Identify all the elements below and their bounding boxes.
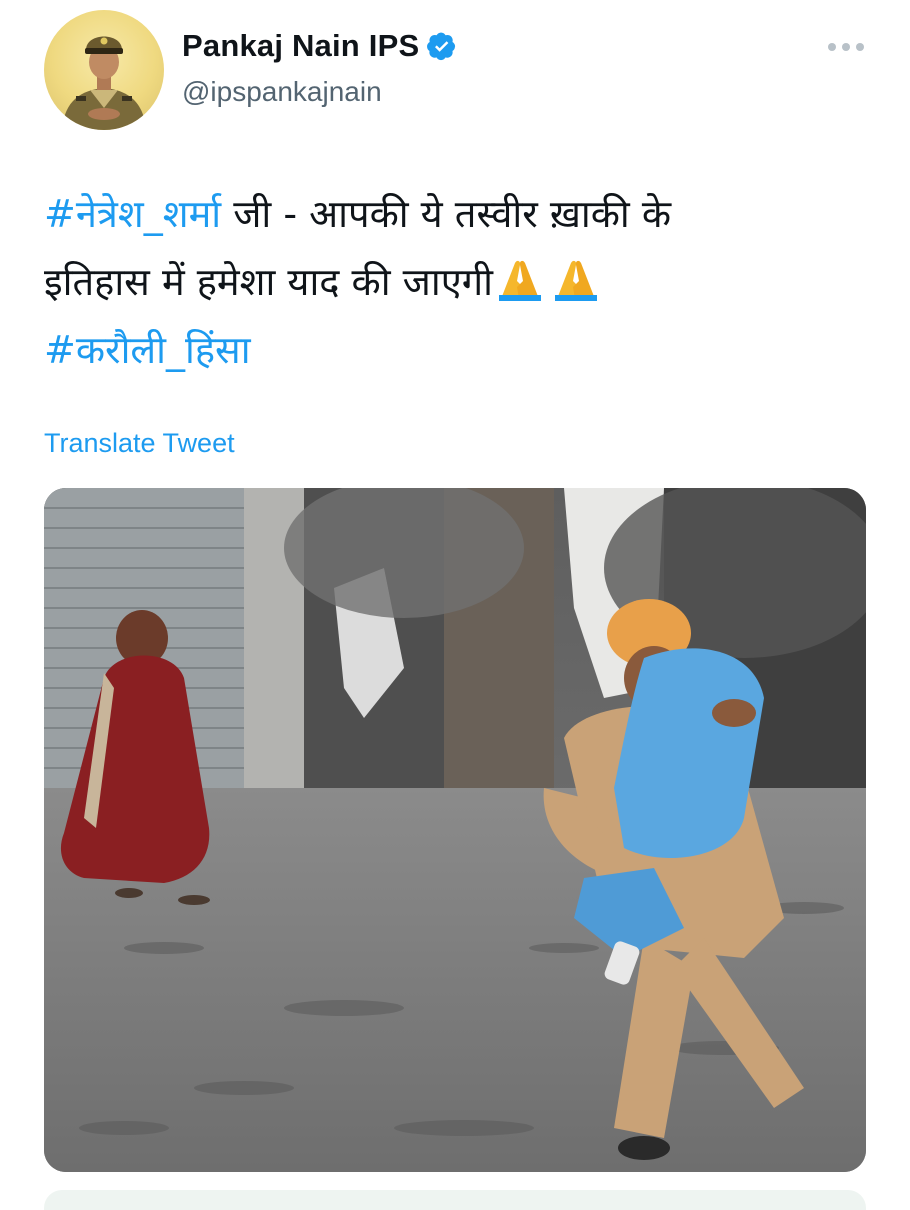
police-officer-avatar-icon bbox=[62, 36, 146, 130]
next-tweet-edge bbox=[44, 1190, 866, 1210]
tweet-text-line-2: इतिहास में हमेशा याद की जाएगी bbox=[44, 248, 874, 316]
tweet-text: #नेत्रेश_शर्मा जी - आपकी ये तस्वीर ख़ाकी… bbox=[44, 180, 874, 384]
author-name-row: Pankaj Nain IPS bbox=[182, 28, 457, 64]
verified-badge-icon bbox=[427, 32, 456, 61]
photo-icon bbox=[44, 488, 866, 1172]
tweet-media-photo[interactable] bbox=[44, 488, 866, 1172]
dot bbox=[856, 43, 864, 51]
tweet-text-segment: इतिहास में हमेशा याद की जाएगी bbox=[44, 260, 493, 304]
tweet-header: Pankaj Nain IPS @ipspankajnain bbox=[44, 10, 874, 130]
author-handle[interactable]: @ipspankajnain bbox=[182, 76, 382, 108]
translate-tweet-link[interactable]: Translate Tweet bbox=[44, 428, 235, 459]
dot bbox=[828, 43, 836, 51]
author-display-name[interactable]: Pankaj Nain IPS bbox=[182, 28, 419, 64]
author-avatar[interactable] bbox=[44, 10, 164, 130]
folded-hands-emoji-icon bbox=[498, 260, 597, 301]
hashtag-netresh-sharma[interactable]: #नेत्रेश_शर्मा bbox=[44, 192, 221, 236]
hashtag-karauli-hinsa[interactable]: #करौली_हिंसा bbox=[44, 328, 251, 372]
tweet-text-line-1: #नेत्रेश_शर्मा जी - आपकी ये तस्वीर ख़ाकी… bbox=[44, 180, 874, 248]
tweet-text-segment: जी - आपकी ये तस्वीर ख़ाकी के bbox=[221, 192, 672, 236]
dot bbox=[842, 43, 850, 51]
tweet-text-line-3: #करौली_हिंसा bbox=[44, 316, 874, 384]
more-options-icon[interactable] bbox=[828, 40, 864, 54]
